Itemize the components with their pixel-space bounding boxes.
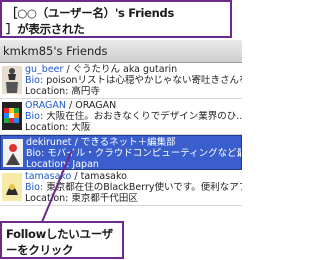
friend-screen-name: tamasako — [25, 171, 72, 182]
top-callout-line-1: ［○○（ユーザー名）'s Friends — [6, 6, 175, 20]
top-callout: ［○○（ユーザー名）'s Friends ］が表示された — [0, 0, 232, 38]
friend-screen-name: gu_beer — [25, 64, 64, 75]
bottom-callout-line-2: ーをクリック — [6, 243, 74, 257]
friend-display-name: / ORAGAN — [66, 100, 117, 111]
friend-display-name: / できるネット＋編集部 — [71, 137, 176, 148]
avatar — [2, 66, 22, 94]
friend-row-gu-beer[interactable]: gu_beer / ぐうたりん aka gutarin Bio: poisonリ… — [0, 63, 242, 99]
bio-label: Bio: — [26, 148, 45, 159]
friend-row-tamasako[interactable]: tamasako / tamasako Bio: 東京都在住のBlackBerr… — [0, 170, 242, 206]
friend-display-name: / ぐうたりん aka gutarin — [63, 64, 178, 75]
location-label: Location: — [25, 193, 69, 204]
bottom-callout: Followしたいユーザ ーをクリック — [0, 221, 124, 259]
bio-label: Bio: — [25, 75, 44, 86]
bio-label: Bio: — [25, 182, 44, 193]
location-text: 大阪 — [68, 122, 91, 133]
bio-text: 東京都在住のBlackBerry使いです。便利なアプ... — [43, 182, 242, 193]
bio-text: poisonリストは心穏やかじゃない寄吐きさんを集... — [46, 75, 242, 86]
friend-row-oragan[interactable]: ORAGAN / ORAGAN Bio: 大阪在住。おおきなくりでデザイン業界の… — [0, 99, 242, 135]
page: ［○○（ユーザー名）'s Friends ］が表示された kmkm85's Fr… — [0, 0, 242, 260]
bio-label: Bio: — [25, 111, 44, 122]
top-callout-line-2: ］が表示された — [6, 22, 85, 36]
avatar — [2, 173, 22, 201]
friends-screen: kmkm85's Friends gu_beer / ぐうたりん aka gut… — [0, 40, 242, 208]
location-label: Location: — [25, 122, 69, 133]
location-label: Location: — [26, 159, 70, 170]
friend-screen-name: ORAGAN — [25, 100, 66, 111]
bio-text: モバイル・クラウドコンピューティングなど最... — [44, 148, 241, 159]
location-label: Location: — [25, 86, 69, 97]
location-text: 東京都千代田区 — [68, 193, 138, 204]
avatar — [3, 139, 23, 167]
friend-screen-name: dekirunet — [26, 137, 72, 148]
bio-text: 大阪在住。おおきなくりでデザイン業界のひ... — [43, 111, 242, 122]
location-text: Japan — [69, 159, 99, 170]
screen-title: kmkm85's Friends — [0, 40, 242, 63]
friend-display-name: / tamasako — [71, 171, 127, 182]
location-text: 高円寺 — [68, 86, 100, 97]
friend-row-dekirunet[interactable]: dekirunet / できるネット＋編集部 Bio: モバイル・クラウドコンピ… — [0, 135, 242, 170]
bottom-callout-line-1: Followしたいユーザ — [6, 227, 113, 241]
avatar — [2, 102, 22, 130]
